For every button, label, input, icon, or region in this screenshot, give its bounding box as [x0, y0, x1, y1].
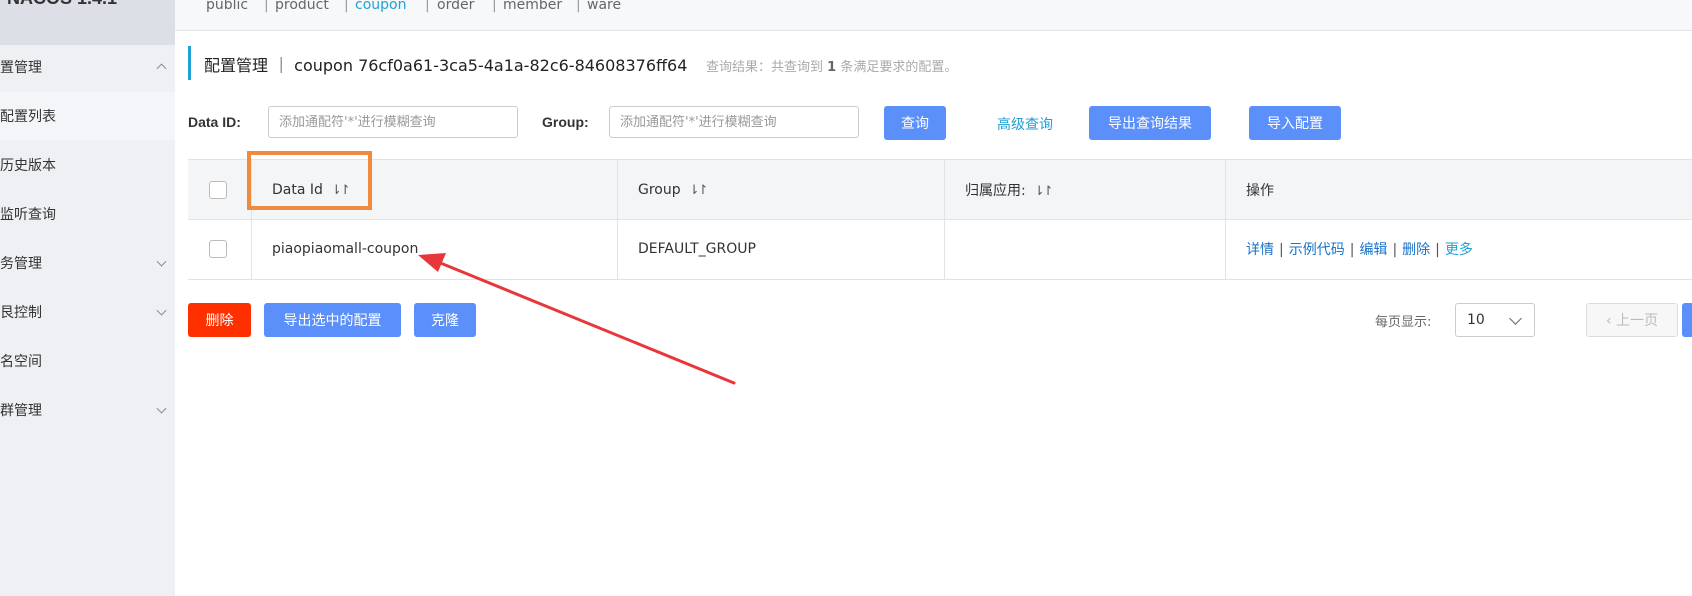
data-id-input[interactable]: [268, 106, 518, 138]
config-table: Data Id ⇂↾ Group ⇂↾ 归属应用: ⇂↾ 操作 piaopiaomal…: [188, 159, 1692, 280]
group-label: Group:: [542, 114, 589, 130]
page-title-bar: 配置管理 ｜ coupon 76cf0a61-3ca5-4a1a-82c6-84…: [188, 46, 1691, 80]
sample-code-link[interactable]: 示例代码: [1289, 242, 1345, 258]
column-header-ops: 操作: [1246, 182, 1274, 199]
logo-text: NACOS 1.4.1: [7, 0, 117, 9]
import-config-button[interactable]: 导入配置: [1249, 106, 1341, 140]
delete-selected-button[interactable]: 删除: [188, 303, 251, 337]
select-all-checkbox[interactable]: [209, 180, 227, 199]
clone-button[interactable]: 克隆: [414, 303, 476, 337]
cell-group: DEFAULT_GROUP: [638, 241, 756, 257]
namespace-separator: |: [576, 0, 581, 13]
column-divider: [944, 160, 945, 279]
annotation-arrow-icon: [418, 253, 736, 385]
table-row: piaopiaomall-coupon DEFAULT_GROUP 详情 | 示例代…: [188, 220, 1692, 278]
column-header-label: 归属应用:: [965, 182, 1026, 199]
query-result-count: 1: [827, 60, 837, 75]
sidebar-item-label: 艮控制: [0, 305, 42, 321]
sort-icon[interactable]: ⇂↾: [1034, 184, 1054, 199]
sidebar-item-config-list[interactable]: 配置列表: [0, 92, 175, 140]
row-checkbox[interactable]: [209, 240, 227, 258]
namespace-separator: |: [492, 0, 497, 13]
sidebar: NACOS 1.4.1 置管理 配置列表 历史版本 监听查询 务管理 艮控制 名…: [0, 0, 175, 596]
namespace-tab-public[interactable]: public: [206, 0, 248, 13]
column-header-group[interactable]: Group ⇂↾: [638, 181, 709, 198]
column-header-label: Group: [638, 181, 681, 198]
query-button[interactable]: 查询: [884, 106, 946, 140]
table-header: Data Id ⇂↾ Group ⇂↾ 归属应用: ⇂↾ 操作: [188, 160, 1692, 220]
details-link[interactable]: 详情: [1246, 242, 1274, 258]
namespace-tab-order[interactable]: order: [437, 0, 474, 13]
namespace-separator: |: [425, 0, 430, 13]
sidebar-item-cluster-management[interactable]: 群管理: [0, 386, 175, 434]
chevron-down-icon: [156, 256, 167, 267]
chevron-down-icon: [156, 305, 167, 316]
cell-data-id: piaopiaomall-coupon: [272, 241, 419, 257]
namespace-tab-ware[interactable]: ware: [587, 0, 621, 13]
chevron-up-icon: [156, 63, 167, 74]
sort-icon[interactable]: ⇂↾: [689, 183, 709, 198]
namespace-tab-coupon[interactable]: coupon: [355, 0, 406, 13]
data-id-label: Data ID:: [188, 114, 241, 130]
sidebar-item-label: 群管理: [0, 403, 42, 419]
sidebar-item-namespace[interactable]: 名空间: [0, 337, 175, 385]
chevron-down-icon: [1509, 312, 1522, 325]
sidebar-item-config-management[interactable]: 置管理: [0, 43, 175, 91]
sidebar-item-label: 监听查询: [0, 207, 56, 223]
namespace-tab-member[interactable]: member: [503, 0, 562, 13]
namespace-separator: |: [344, 0, 349, 13]
sidebar-item-label: 名空间: [0, 354, 42, 370]
page-title: 配置管理 ｜ coupon 76cf0a61-3ca5-4a1a-82c6-84…: [204, 56, 688, 75]
export-results-button[interactable]: 导出查询结果: [1089, 106, 1211, 140]
export-selected-button[interactable]: 导出选中的配置: [264, 303, 401, 337]
sidebar-item-service-management[interactable]: 务管理: [0, 239, 175, 287]
op-separator: |: [1392, 242, 1398, 258]
op-separator: |: [1349, 242, 1355, 258]
column-header-app[interactable]: 归属应用: ⇂↾: [965, 180, 1054, 200]
advanced-query-link[interactable]: 高级查询: [997, 114, 1053, 134]
row-operations: 详情 | 示例代码 | 编辑 | 删除 | 更多: [1246, 239, 1473, 259]
sidebar-item-listener-query[interactable]: 监听查询: [0, 190, 175, 238]
column-divider: [1225, 160, 1226, 279]
op-separator: |: [1279, 242, 1284, 258]
group-input[interactable]: [609, 106, 859, 138]
namespace-bar: public | product | coupon | order | memb…: [175, 0, 1692, 31]
query-result-prefix: 查询结果：共查询到: [706, 60, 824, 75]
more-link[interactable]: 更多: [1445, 242, 1473, 258]
sidebar-item-access-control[interactable]: 艮控制: [0, 288, 175, 336]
chevron-down-icon: [156, 403, 167, 414]
edit-link[interactable]: 编辑: [1359, 242, 1387, 258]
highlight-box: [247, 151, 372, 210]
sidebar-item-history[interactable]: 历史版本: [0, 141, 175, 189]
delete-link[interactable]: 删除: [1402, 242, 1430, 258]
logo: NACOS 1.4.1: [0, 0, 175, 45]
page-size-select[interactable]: 10: [1455, 303, 1535, 337]
column-divider: [617, 160, 618, 279]
sidebar-item-label: 配置列表: [0, 109, 56, 125]
sidebar-item-label: 置管理: [0, 60, 42, 76]
sidebar-item-label: 历史版本: [0, 158, 56, 174]
sidebar-item-label: 务管理: [0, 256, 42, 272]
op-separator: |: [1435, 242, 1440, 258]
page-size-value: 10: [1467, 312, 1485, 328]
namespace-tab-product[interactable]: product: [275, 0, 329, 13]
page-size-label: 每页显示:: [1375, 315, 1432, 330]
query-result-note: 查询结果：共查询到 1 条满足要求的配置。: [706, 56, 957, 75]
query-result-suffix: 条满足要求的配置。: [840, 60, 958, 75]
prev-page-button[interactable]: ‹ 上一页: [1586, 303, 1678, 337]
namespace-separator: |: [264, 0, 269, 13]
next-page-button[interactable]: [1682, 303, 1692, 337]
